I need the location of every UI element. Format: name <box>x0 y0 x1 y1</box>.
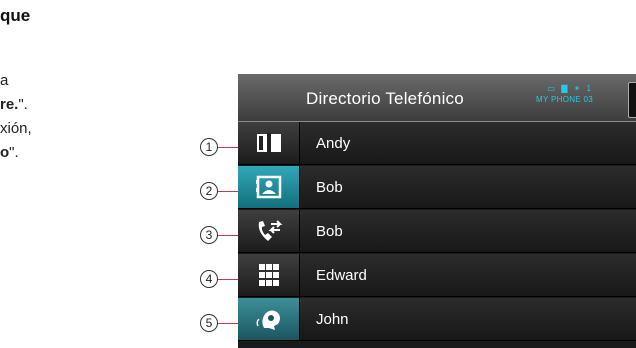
signal-battery-bluetooth-icon: ▭ ▇ ✶ 1 <box>547 84 593 93</box>
keypad-tab[interactable] <box>238 254 300 297</box>
doc-text-line-2: re.". <box>0 96 28 113</box>
contact-name: Andy <box>316 135 351 152</box>
contact-item[interactable]: John <box>300 298 636 341</box>
list-row: Bob <box>238 166 636 209</box>
contact-name: John <box>316 311 349 328</box>
connected-phone-name: MY PHONE 03 <box>536 95 593 104</box>
contact-name: Bob <box>316 223 343 240</box>
callout-2: 2 <box>200 182 240 202</box>
callout-1: 1 <box>200 138 240 158</box>
contact-item[interactable]: Bob <box>300 166 636 209</box>
callout-4: 4 <box>200 270 240 290</box>
contact-name: Edward <box>316 267 367 284</box>
screen-title: Directorio Telefónico <box>306 89 464 108</box>
doc-text: ". <box>9 144 19 161</box>
list-row: Andy <box>238 122 636 165</box>
menu-button[interactable] <box>628 82 636 118</box>
callout-number: 1 <box>200 138 218 156</box>
contact-name: Bob <box>316 179 343 196</box>
phonebook-tab[interactable] <box>238 122 300 165</box>
voice-dial-tab[interactable] <box>238 298 300 341</box>
callout-3: 3 <box>200 226 240 246</box>
doc-heading-fragment: que <box>0 6 31 25</box>
callout-line <box>218 147 238 148</box>
call-history-tab[interactable] <box>238 210 300 253</box>
contact-card-icon <box>256 175 282 199</box>
callout-line <box>218 235 238 236</box>
doc-text-line-1: a <box>0 72 9 89</box>
contact-card-tab[interactable] <box>238 166 300 209</box>
voice-dial-icon <box>256 310 280 330</box>
doc-text-line-3: xión, <box>0 120 32 137</box>
list-row: Bob <box>238 210 636 253</box>
callout-line <box>218 279 238 280</box>
doc-text-line-4: o". <box>0 144 19 161</box>
doc-text: ". <box>18 96 28 113</box>
callout-number: 5 <box>200 314 218 332</box>
call-history-icon <box>258 220 283 241</box>
callout-line <box>218 191 238 192</box>
callout-number: 4 <box>200 270 218 288</box>
callout-number: 2 <box>200 182 218 200</box>
doc-bold-text: o <box>0 144 10 161</box>
status-area: ▭ ▇ ✶ 1 MY PHONE 03 <box>536 84 593 104</box>
title-bar: Directorio Telefónico ▭ ▇ ✶ 1 MY PHONE 0… <box>238 74 636 122</box>
contact-item[interactable]: Bob <box>300 210 636 253</box>
callout-number: 3 <box>200 226 218 244</box>
phonebook-icon <box>257 133 281 153</box>
contact-item[interactable]: Edward <box>300 254 636 297</box>
contact-item[interactable]: Andy <box>300 122 636 165</box>
list-row: Edward <box>238 254 636 297</box>
list-row: John <box>238 298 636 341</box>
callout-5: 5 <box>200 314 240 334</box>
keypad-icon <box>259 264 279 286</box>
callout-line <box>218 323 238 324</box>
phonebook-screen: Directorio Telefónico ▭ ▇ ✶ 1 MY PHONE 0… <box>238 74 636 348</box>
doc-bold-text: re. <box>0 96 19 113</box>
